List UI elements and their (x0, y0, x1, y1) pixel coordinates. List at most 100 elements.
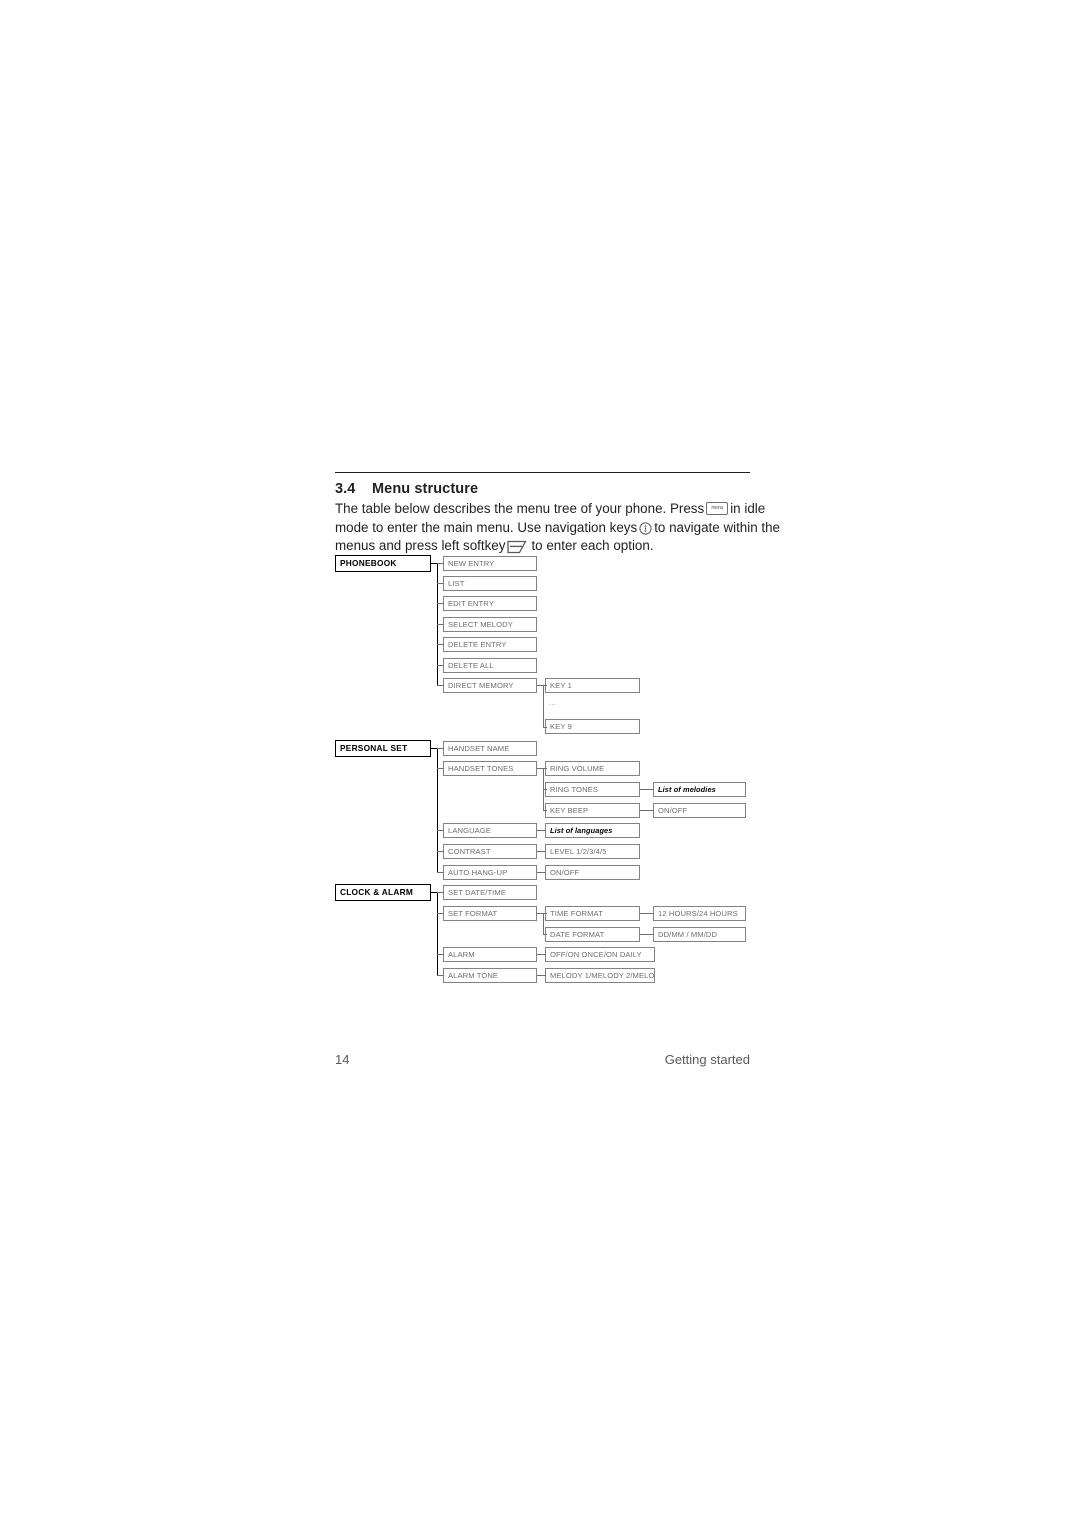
menu-node-delete-entry: DELETE ENTRY (443, 637, 537, 652)
menu-node-label: PHONEBOOK (340, 558, 397, 569)
menu-node-date-format: DATE FORMAT (545, 927, 640, 942)
connector-handset-tones (437, 768, 444, 769)
connector-direct-memory (437, 685, 444, 686)
menu-node-list-of-languages: List of languages (545, 823, 640, 838)
connector-list-of-melodies (640, 789, 654, 790)
menu-node-label: CLOCK & ALARM (340, 887, 413, 898)
menu-node-auto-hang-up: AUTO HANG-UP (443, 865, 537, 880)
menu-node-label: RING VOLUME (550, 763, 605, 773)
page-number: 14 (335, 1052, 350, 1067)
menu-node-alarm: ALARM (443, 947, 537, 962)
menu-node-key-beep-onoff: ON/OFF (653, 803, 746, 818)
menu-node-label: DELETE ENTRY (448, 639, 507, 649)
menu-node-label: KEY 1 (550, 680, 572, 690)
menu-node-auto-hang-up-onoff: ON/OFF (545, 865, 640, 880)
menu-node-contrast-levels: LEVEL 1/2/3/4/5 (545, 844, 640, 859)
connector-handset-name (437, 748, 444, 749)
menu-node-label: EDIT ENTRY (448, 598, 494, 608)
connector-new-entry (437, 563, 444, 564)
menu-node-key-1: KEY 1 (545, 678, 640, 693)
connector-ring-tones (543, 789, 547, 790)
menu-node-ring-volume: RING VOLUME (545, 761, 640, 776)
connector-key-beep-onoff (640, 810, 654, 811)
menu-node-handset-name: HANDSET NAME (443, 741, 537, 756)
menu-node-label: MELODY 1/MELODY 2/MELODY 3 (550, 970, 655, 980)
menu-structure-diagram: PHONEBOOK NEW ENTRY LIST EDIT ENTRY SELE… (0, 0, 1080, 1528)
manual-page: 3.4 Menu structure The table below descri… (0, 0, 1080, 1528)
menu-node-clock-alarm: CLOCK & ALARM (335, 884, 431, 901)
menu-node-label: SELECT MELODY (448, 619, 513, 629)
menu-node-label: LIST (448, 578, 465, 588)
connector-key-9 (543, 727, 547, 728)
menu-node-time-format-values: 12 HOURS/24 HOURS (653, 906, 746, 921)
connector-auto-hang-up-onoff (537, 872, 546, 873)
menu-node-label: HANDSET NAME (448, 743, 510, 753)
menu-node-phonebook: PHONEBOOK (335, 555, 431, 572)
menu-node-alarm-tone: ALARM TONE (443, 968, 537, 983)
connector-contrast-levels (537, 851, 546, 852)
connector-contrast (437, 851, 444, 852)
menu-node-label: ON/OFF (658, 805, 688, 815)
connector-clock-alarm-spine (437, 892, 438, 975)
menu-node-set-date-time: SET DATE/TIME (443, 885, 537, 900)
menu-node-time-format: TIME FORMAT (545, 906, 640, 921)
connector-alarm-tone-values (537, 975, 546, 976)
menu-node-label: CONTRAST (448, 846, 491, 856)
menu-node-label: LANGUAGE (448, 825, 491, 835)
menu-node-label: DD/MM / MM/DD (658, 929, 718, 939)
menu-node-label: NEW ENTRY (448, 558, 495, 568)
menu-node-label: 12 HOURS/24 HOURS (658, 908, 738, 918)
connector-time-format (543, 913, 547, 914)
connector-language (437, 830, 444, 831)
connector-auto-hang-up (437, 872, 444, 873)
connector-set-date-time (437, 892, 444, 893)
menu-node-label: HANDSET TONES (448, 763, 514, 773)
menu-node-label: List of languages (550, 825, 613, 835)
menu-node-label: LEVEL 1/2/3/4/5 (550, 846, 607, 856)
menu-node-label: TIME FORMAT (550, 908, 603, 918)
menu-node-label: KEY BEEP (550, 805, 589, 815)
menu-node-key-ellipsis: ... (549, 700, 557, 707)
connector-alarm-tone (437, 975, 444, 976)
menu-node-set-format: SET FORMAT (443, 906, 537, 921)
menu-node-date-format-values: DD/MM / MM/DD (653, 927, 746, 942)
running-head: Getting started (664, 1052, 750, 1067)
menu-node-label: ALARM TONE (448, 970, 499, 980)
menu-node-new-entry: NEW ENTRY (443, 556, 537, 571)
menu-node-label: SET FORMAT (448, 908, 498, 918)
menu-node-label: OFF/ON ONCE/ON DAILY (550, 949, 642, 959)
menu-node-key-beep: KEY BEEP (545, 803, 640, 818)
connector-set-format (437, 913, 444, 914)
connector-set-format-spine (543, 913, 544, 934)
menu-node-list: LIST (443, 576, 537, 591)
connector-list-of-languages (537, 830, 546, 831)
menu-node-label: DATE FORMAT (550, 929, 605, 939)
connector-alarm-values (537, 954, 546, 955)
menu-node-ring-tones: RING TONES (545, 782, 640, 797)
menu-node-label: DELETE ALL (448, 660, 494, 670)
menu-node-alarm-values: OFF/ON ONCE/ON DAILY (545, 947, 655, 962)
menu-node-label: ALARM (448, 949, 475, 959)
connector-direct-memory-spine (543, 685, 544, 727)
connector-date-format (543, 934, 547, 935)
connector-select-melody (437, 624, 444, 625)
menu-node-label: PERSONAL SET (340, 743, 408, 754)
menu-node-label: ON/OFF (550, 867, 580, 877)
connector-time-format-values (640, 913, 654, 914)
menu-node-label: AUTO HANG-UP (448, 867, 508, 877)
menu-node-label: SET DATE/TIME (448, 887, 506, 897)
connector-personal-set-spine (437, 748, 438, 873)
connector-edit-entry (437, 603, 444, 604)
connector-list (437, 583, 444, 584)
connector-delete-entry (437, 644, 444, 645)
connector-alarm (437, 954, 444, 955)
menu-node-select-melody: SELECT MELODY (443, 617, 537, 632)
menu-node-handset-tones: HANDSET TONES (443, 761, 537, 776)
connector-ring-volume (543, 768, 547, 769)
menu-node-edit-entry: EDIT ENTRY (443, 596, 537, 611)
menu-node-contrast: CONTRAST (443, 844, 537, 859)
menu-node-label: RING TONES (550, 784, 598, 794)
menu-node-delete-all: DELETE ALL (443, 658, 537, 673)
menu-node-label: KEY 9 (550, 721, 572, 731)
menu-node-list-of-melodies: List of melodies (653, 782, 746, 797)
